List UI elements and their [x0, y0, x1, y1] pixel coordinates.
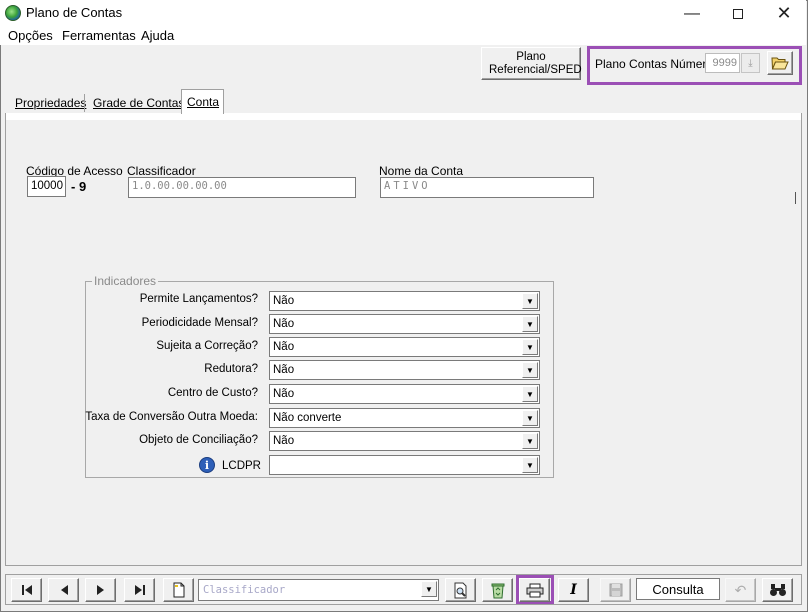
delete-button[interactable] — [482, 578, 513, 602]
save-button[interactable] — [600, 578, 631, 602]
codigo-acesso-input[interactable]: 10000 — [27, 176, 66, 197]
plano-referencial-button[interactable]: Plano Referencial/SPED — [481, 47, 582, 80]
objeto-conciliacao-select[interactable]: Não ▼ — [269, 431, 540, 451]
plano-contas-download-button[interactable]: ⤓ — [741, 53, 760, 73]
chevron-down-icon[interactable]: ▼ — [522, 410, 538, 426]
taxa-conversao-label: Taxa de Conversão Outra Moeda: — [85, 411, 258, 423]
redutora-select[interactable]: Não ▼ — [269, 360, 540, 380]
chevron-down-icon[interactable]: ▼ — [522, 362, 538, 378]
periodicidade-mensal-label: Periodicidade Mensal? — [141, 317, 258, 329]
tab-separator — [84, 94, 85, 112]
classificador-label: Classificador — [127, 164, 196, 178]
nome-conta-input[interactable]: ATIVO — [380, 177, 594, 198]
save-disk-icon — [609, 583, 622, 597]
centro-custo-select[interactable]: Não ▼ — [269, 384, 540, 404]
document-search-icon — [454, 582, 466, 598]
maximize-button[interactable] — [715, 0, 761, 27]
lcdpr-select[interactable]: ▼ — [269, 455, 540, 475]
new-record-button[interactable] — [163, 578, 194, 602]
panel-resize-tick — [795, 192, 796, 204]
chevron-down-icon[interactable]: ▼ — [522, 386, 538, 402]
taxa-conversao-select[interactable]: Não converte ▼ — [269, 408, 540, 428]
maximize-icon — [733, 8, 743, 19]
sujeita-correcao-label: Sujeita a Correção? — [156, 340, 258, 352]
plano-referencial-label: Plano Referencial/SPED — [489, 50, 582, 76]
find-button[interactable] — [762, 578, 793, 602]
redutora-label: Redutora? — [204, 363, 258, 375]
first-record-button[interactable] — [11, 578, 42, 602]
close-button[interactable]: ✕ — [761, 0, 807, 27]
objeto-conciliacao-label: Objeto de Conciliação? — [139, 434, 258, 446]
print-button[interactable] — [519, 578, 550, 602]
permite-lancamentos-label: Permite Lançamentos? — [139, 293, 258, 305]
binoculars-icon — [769, 584, 786, 596]
chevron-down-icon[interactable]: ▼ — [522, 457, 538, 473]
folder-open-icon — [771, 57, 789, 70]
indicadores-title: Indicadores — [92, 274, 159, 288]
tab-propriedades[interactable]: Propriedades — [15, 92, 86, 114]
italic-icon: I — [570, 582, 577, 598]
menu-ferramentas[interactable]: Ferramentas — [62, 28, 136, 43]
minimize-button[interactable]: — — [669, 0, 715, 27]
redutora-value: Não — [273, 364, 295, 376]
chevron-down-icon[interactable]: ▼ — [421, 581, 437, 597]
previous-record-icon — [60, 585, 68, 595]
periodicidade-mensal-value: Não — [273, 318, 295, 330]
chevron-down-icon[interactable]: ▼ — [522, 339, 538, 355]
classificador-input[interactable]: 1.0.00.00.00.00 — [128, 177, 356, 198]
app-globe-icon — [5, 5, 21, 21]
lcdpr-label: LCDPR — [222, 460, 261, 472]
chevron-down-icon[interactable]: ▼ — [522, 433, 538, 449]
open-folder-button[interactable] — [767, 51, 793, 75]
new-document-icon — [173, 582, 184, 598]
menu-bar: Opções Ferramentas Ajuda — [0, 27, 806, 45]
taxa-conversao-value: Não converte — [273, 412, 342, 424]
tab-grade-de-contas[interactable]: Grade de Contas — [93, 92, 184, 114]
window-title: Plano de Contas — [26, 5, 123, 20]
last-record-button[interactable] — [124, 578, 155, 602]
undo-icon: ↶ — [734, 581, 747, 598]
panel-header-strip — [6, 113, 801, 120]
previous-record-button[interactable] — [48, 578, 79, 602]
plano-contas-label: Plano Contas Número — [595, 57, 714, 71]
filter-button[interactable] — [445, 578, 476, 602]
search-classificador-placeholder: Classificador — [203, 584, 286, 596]
title-bar: Plano de Contas — ✕ — [0, 0, 806, 27]
permite-lancamentos-select[interactable]: Não ▼ — [269, 291, 540, 311]
periodicidade-mensal-select[interactable]: Não ▼ — [269, 314, 540, 334]
chevron-down-icon[interactable]: ▼ — [522, 316, 538, 332]
menu-opcoes[interactable]: Opções — [8, 28, 53, 43]
undo-button[interactable]: ↶ — [725, 578, 756, 602]
chevron-down-icon[interactable]: ▼ — [522, 293, 538, 309]
last-record-icon — [134, 585, 145, 595]
permite-lancamentos-value: Não — [273, 295, 295, 307]
sujeita-correcao-value: Não — [273, 341, 295, 353]
next-record-icon — [96, 585, 104, 595]
centro-custo-label: Centro de Custo? — [167, 387, 258, 399]
italic-edit-button[interactable]: I — [558, 578, 589, 602]
next-record-button[interactable] — [85, 578, 116, 602]
tab-conta[interactable]: Conta — [181, 89, 224, 114]
codigo-digito: - 9 — [71, 179, 87, 194]
first-record-icon — [21, 585, 32, 595]
sujeita-correcao-select[interactable]: Não ▼ — [269, 337, 540, 357]
centro-custo-value: Não — [273, 388, 295, 400]
plano-contas-number-field[interactable]: 9999 — [705, 53, 740, 73]
printer-icon — [526, 583, 543, 597]
menu-ajuda[interactable]: Ajuda — [141, 28, 174, 43]
nome-conta-label: Nome da Conta — [379, 164, 464, 178]
mode-indicator: Consulta — [636, 578, 720, 600]
objeto-conciliacao-value: Não — [273, 435, 295, 447]
info-icon[interactable]: i — [199, 457, 215, 473]
recycle-bin-icon — [491, 583, 504, 598]
search-classificador-select[interactable]: Classificador ▼ — [198, 579, 439, 601]
arrow-down-icon: ⤓ — [748, 57, 753, 69]
